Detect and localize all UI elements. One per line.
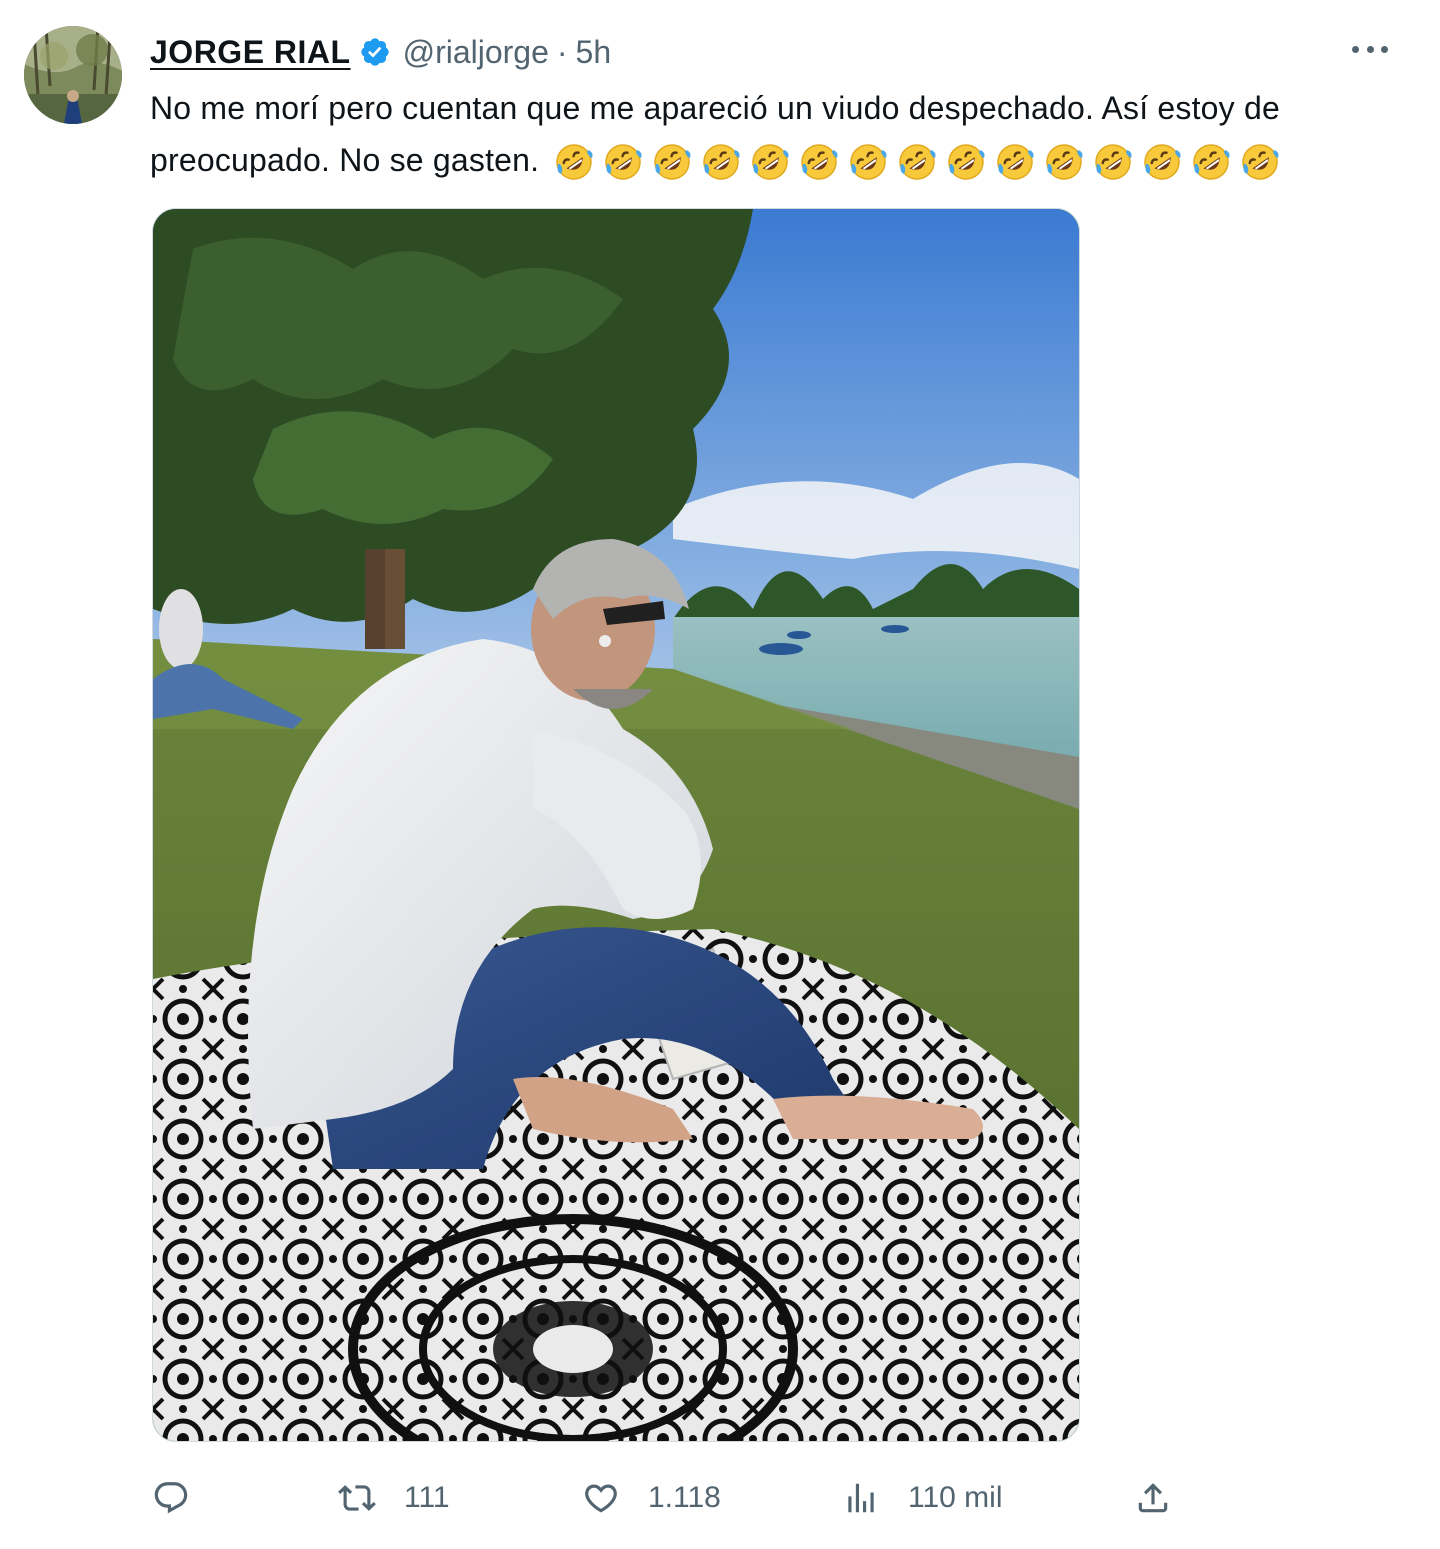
rolling-laughing-emoji-icon [1191, 142, 1231, 182]
tweet-actions: 111 1.118 110 mil [152, 1470, 1192, 1526]
share-button[interactable] [1134, 1470, 1172, 1526]
rolling-laughing-emoji-icon [946, 142, 986, 182]
heart-icon [582, 1479, 620, 1517]
retweet-count: 111 [404, 1481, 450, 1514]
rolling-laughing-emoji-icon [701, 142, 741, 182]
like-count: 1.118 [648, 1481, 721, 1514]
display-name[interactable]: JORGE RIAL [150, 34, 351, 71]
rolling-laughing-emoji-icon [1142, 142, 1182, 182]
rolling-laughing-emoji-icon [799, 142, 839, 182]
rolling-laughing-emoji-icon [750, 142, 790, 182]
views-button[interactable]: 110 mil [842, 1470, 1002, 1526]
share-icon [1134, 1479, 1172, 1517]
more-options-icon[interactable] [1352, 34, 1388, 64]
handle[interactable]: @rialjorge [403, 34, 549, 71]
retweet-icon [338, 1479, 376, 1517]
rolling-laughing-emoji-icon [652, 142, 692, 182]
rolling-laughing-emoji-icon [603, 142, 643, 182]
avatar[interactable] [24, 26, 122, 124]
rolling-laughing-emoji-icon [554, 142, 594, 182]
verified-badge-icon [359, 36, 391, 68]
rolling-laughing-emoji-icon [897, 142, 937, 182]
retweet-button[interactable]: 111 [338, 1470, 450, 1526]
reply-icon [152, 1479, 190, 1517]
rolling-laughing-emoji-icon [848, 142, 888, 182]
tweet-header: JORGE RIAL @rialjorge · 5h [150, 30, 611, 74]
reply-button[interactable] [152, 1470, 190, 1526]
views-icon [842, 1479, 880, 1517]
tweet-text: No me morí pero cuentan que me apareció … [150, 82, 1390, 189]
tweet-photo[interactable] [152, 208, 1080, 1442]
rolling-laughing-emoji-icon [1240, 142, 1280, 182]
views-count: 110 mil [908, 1481, 1003, 1514]
rolling-laughing-emoji-icon [1093, 142, 1133, 182]
tweet[interactable]: JORGE RIAL @rialjorge · 5h No me morí pe… [0, 0, 1440, 1549]
emoji-row [554, 137, 1289, 189]
separator-dot: · [556, 33, 568, 70]
rolling-laughing-emoji-icon [1044, 142, 1084, 182]
timestamp[interactable]: 5h [576, 34, 612, 71]
like-button[interactable]: 1.118 [582, 1470, 721, 1526]
rolling-laughing-emoji-icon [995, 142, 1035, 182]
